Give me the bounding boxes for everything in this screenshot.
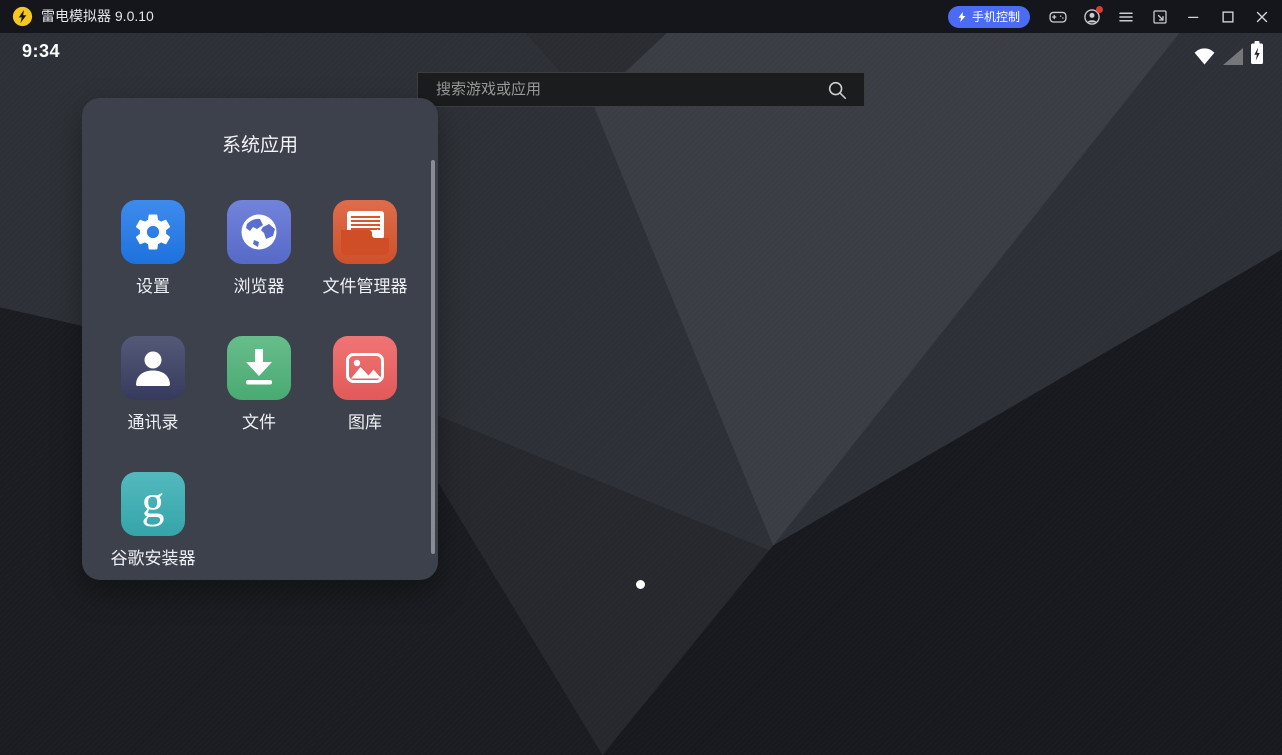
app-gallery[interactable]: 图库 xyxy=(312,336,418,472)
lightning-icon xyxy=(956,11,968,23)
maximize-icon[interactable] xyxy=(1214,3,1242,31)
globe-icon xyxy=(227,200,291,264)
status-icons xyxy=(1193,39,1264,65)
gear-icon xyxy=(121,200,185,264)
system-apps-folder: 系统应用 设置 xyxy=(82,98,438,580)
titlebar-controls: 手机控制 xyxy=(948,0,1276,33)
signal-icon xyxy=(1223,48,1243,65)
app-label: 浏览器 xyxy=(234,277,285,297)
app-label: 文件管理器 xyxy=(323,277,408,297)
folder-title: 系统应用 xyxy=(82,98,438,158)
person-icon xyxy=(121,336,185,400)
app-file-manager[interactable]: 文件管理器 xyxy=(312,200,418,336)
minimize-icon[interactable] xyxy=(1180,3,1208,31)
app-label: 文件 xyxy=(242,413,276,433)
app-label: 谷歌安装器 xyxy=(111,549,196,569)
image-icon xyxy=(333,336,397,400)
phone-control-label: 手机控制 xyxy=(972,8,1020,25)
emulator-window: 雷电模拟器 9.0.10 手机控制 xyxy=(0,0,1282,755)
search-input[interactable] xyxy=(418,81,826,98)
app-google-installer[interactable]: g 谷歌安装器 xyxy=(100,472,206,608)
folder-doc-icon xyxy=(333,200,397,264)
titlebar: 雷电模拟器 9.0.10 手机控制 xyxy=(0,0,1282,33)
folder-scrollbar[interactable] xyxy=(431,160,435,554)
resize-icon[interactable] xyxy=(1146,3,1174,31)
app-settings[interactable]: 设置 xyxy=(100,200,206,336)
app-grid: 设置 浏览器 xyxy=(100,200,438,608)
ldplayer-logo-icon xyxy=(12,6,33,27)
page-indicator-dot xyxy=(636,580,645,589)
notification-badge xyxy=(1096,6,1103,13)
account-icon[interactable] xyxy=(1078,3,1106,31)
app-contacts[interactable]: 通讯录 xyxy=(100,336,206,472)
search-bar xyxy=(417,72,865,107)
app-label: 通讯录 xyxy=(128,413,179,433)
app-label: 设置 xyxy=(136,277,170,297)
wifi-icon xyxy=(1193,45,1216,65)
close-icon[interactable] xyxy=(1248,3,1276,31)
letter-g-icon: g xyxy=(121,472,185,536)
menu-icon[interactable] xyxy=(1112,3,1140,31)
search-icon[interactable] xyxy=(826,79,848,101)
app-browser[interactable]: 浏览器 xyxy=(206,200,312,336)
battery-charging-icon xyxy=(1250,40,1264,65)
app-label: 图库 xyxy=(348,413,382,433)
status-time: 9:34 xyxy=(22,41,60,62)
download-icon xyxy=(227,336,291,400)
phone-control-button[interactable]: 手机控制 xyxy=(948,6,1030,28)
app-files[interactable]: 文件 xyxy=(206,336,312,472)
gamepad-icon[interactable] xyxy=(1044,3,1072,31)
android-screen: 9:34 系统应 xyxy=(0,33,1282,755)
window-title: 雷电模拟器 9.0.10 xyxy=(41,0,154,33)
